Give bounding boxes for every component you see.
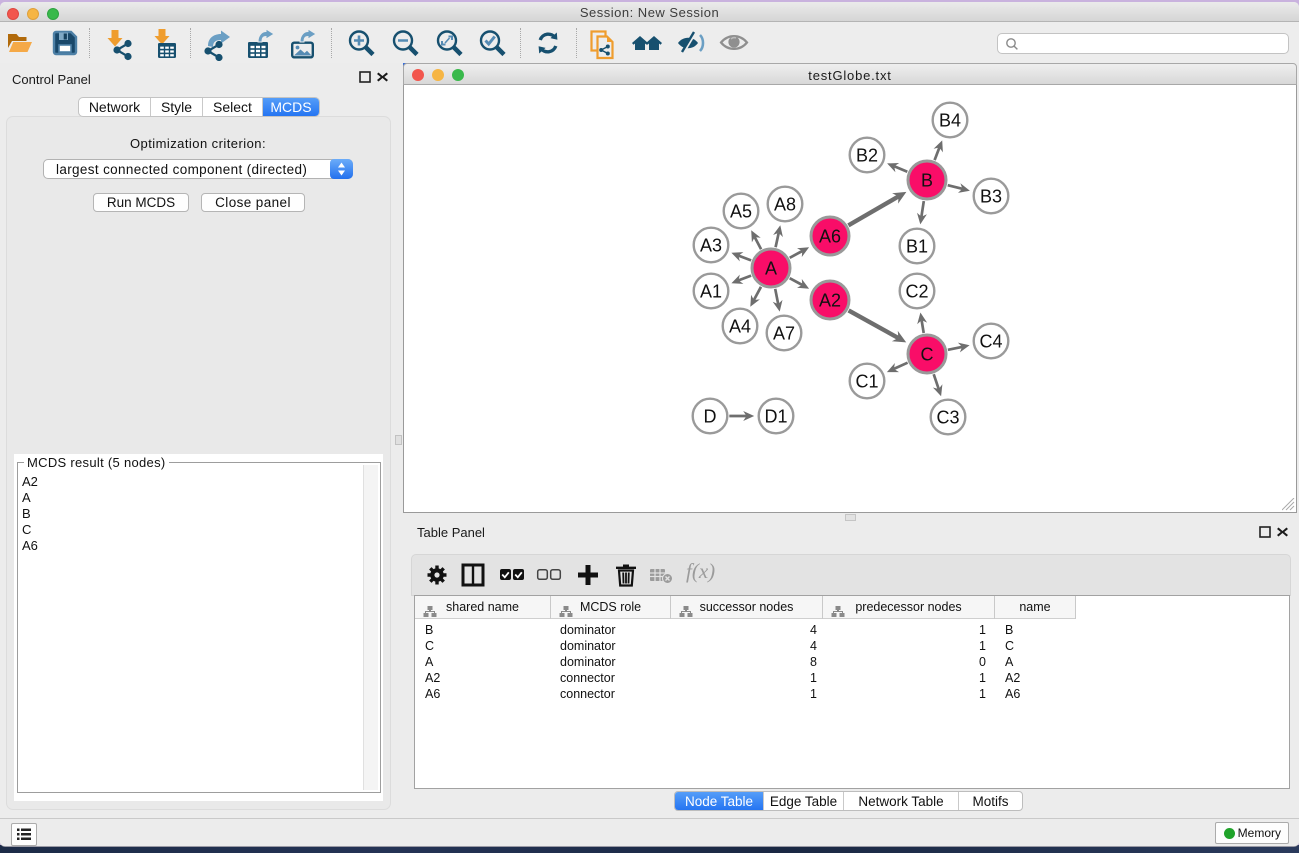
- svg-text:B1: B1: [906, 237, 928, 257]
- svg-text:C2: C2: [905, 282, 928, 302]
- svg-text:A2: A2: [819, 291, 841, 311]
- svg-text:C: C: [921, 345, 934, 365]
- svg-text:B4: B4: [939, 111, 961, 131]
- svg-text:A3: A3: [700, 236, 722, 256]
- svg-text:C1: C1: [855, 372, 878, 392]
- svg-text:B: B: [921, 171, 933, 191]
- svg-text:C3: C3: [936, 408, 959, 428]
- svg-text:B2: B2: [856, 146, 878, 166]
- svg-text:B3: B3: [980, 187, 1002, 207]
- svg-text:D: D: [704, 407, 717, 427]
- svg-text:D1: D1: [764, 407, 787, 427]
- svg-text:A8: A8: [774, 195, 796, 215]
- svg-text:A4: A4: [729, 317, 751, 337]
- svg-text:A6: A6: [819, 227, 841, 247]
- svg-text:A5: A5: [730, 202, 752, 222]
- svg-text:A1: A1: [700, 282, 722, 302]
- svg-text:A7: A7: [773, 324, 795, 344]
- svg-text:C4: C4: [979, 332, 1002, 352]
- svg-text:A: A: [765, 259, 777, 279]
